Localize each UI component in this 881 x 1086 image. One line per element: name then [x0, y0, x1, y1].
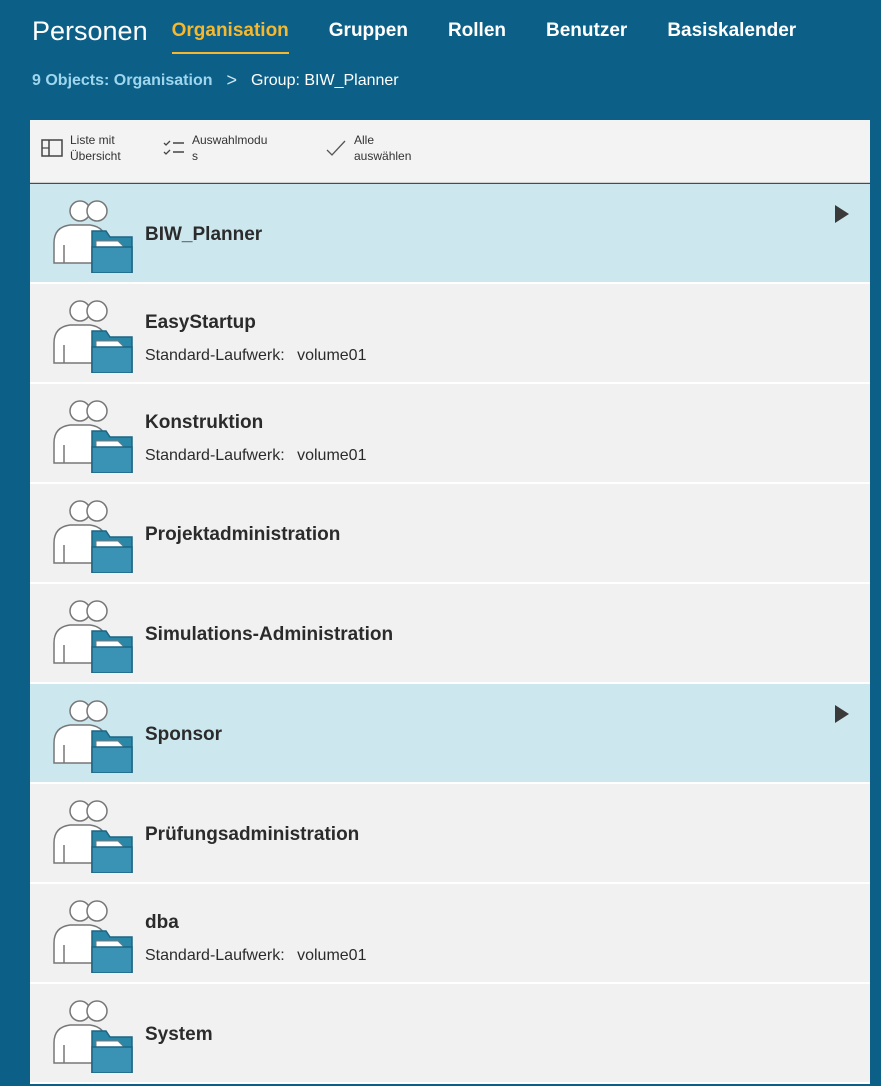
detail-value: volume01 — [297, 347, 367, 364]
item-name: Simulations-Administration — [145, 624, 394, 645]
breadcrumb: 9 Objects: Organisation > Group: BIW_Pla… — [32, 70, 399, 91]
tab-gruppen[interactable]: Gruppen — [329, 14, 408, 48]
list-item-sponsor[interactable]: Sponsor — [30, 684, 870, 784]
user-group-icon — [48, 697, 134, 774]
list-overview-button[interactable]: Liste mit Übersicht — [40, 132, 121, 164]
selection-mode-button[interactable]: Auswahlmodu s — [162, 132, 267, 164]
expand-arrow-icon[interactable] — [834, 704, 850, 724]
list-overview-label-1: Liste mit — [70, 133, 115, 147]
item-name: Sponsor — [145, 724, 223, 745]
item-name: Konstruktion — [145, 412, 264, 433]
user-group-icon — [48, 297, 134, 374]
list-item-dba[interactable]: dba Standard-Laufwerk: volume01 — [30, 884, 870, 984]
expand-arrow-icon[interactable] — [834, 204, 850, 224]
checkmark-icon — [324, 136, 348, 160]
selection-mode-label-2: s — [192, 149, 198, 163]
user-group-icon — [48, 397, 134, 474]
group-list: BIW_Planner EasyStartup Standard-Laufwer… — [30, 184, 870, 1084]
list-item-pruefungsadministration[interactable]: Prüfungsadministration — [30, 784, 870, 884]
detail-label: Standard-Laufwerk: — [145, 447, 285, 464]
user-group-icon — [48, 897, 134, 974]
user-group-icon — [48, 597, 134, 674]
select-all-label-2: auswählen — [354, 149, 412, 163]
left-edge-strip — [0, 0, 20, 1086]
tab-organisation[interactable]: Organisation — [171, 14, 289, 54]
item-name: System — [145, 1024, 213, 1045]
user-group-icon — [48, 197, 134, 274]
list-item-projektadministration[interactable]: Projektadministration — [30, 484, 870, 584]
list-overview-icon — [40, 136, 64, 160]
checklist-icon — [162, 136, 186, 160]
list-item-konstruktion[interactable]: Konstruktion Standard-Laufwerk: volume01 — [30, 384, 870, 484]
user-group-icon — [48, 797, 134, 874]
item-name: dba — [145, 912, 179, 933]
tab-bar: Personen Organisation Gruppen Rollen Ben… — [32, 14, 836, 54]
list-item-biw-planner[interactable]: BIW_Planner — [30, 184, 870, 284]
page-title: Personen — [32, 16, 148, 46]
item-detail: Standard-Laufwerk: volume01 — [145, 947, 366, 965]
user-group-icon — [48, 497, 134, 574]
item-name: Prüfungsadministration — [145, 824, 360, 845]
tab-benutzer[interactable]: Benutzer — [546, 14, 627, 48]
detail-value: volume01 — [297, 947, 367, 964]
breadcrumb-link[interactable]: 9 Objects: Organisation — [32, 72, 212, 90]
detail-label: Standard-Laufwerk: — [145, 947, 285, 964]
select-all-label-1: Alle — [354, 133, 375, 147]
list-item-system[interactable]: System — [30, 984, 870, 1084]
tab-rollen[interactable]: Rollen — [448, 14, 506, 48]
breadcrumb-current: Group: BIW_Planner — [251, 71, 399, 89]
item-name: EasyStartup — [145, 312, 256, 333]
header: Personen Organisation Gruppen Rollen Ben… — [20, 0, 881, 112]
list-item-easystartup[interactable]: EasyStartup Standard-Laufwerk: volume01 — [30, 284, 870, 384]
tab-basiskalender[interactable]: Basiskalender — [667, 14, 796, 48]
select-all-button[interactable]: Alle auswählen — [324, 132, 411, 164]
list-item-simulations-administration[interactable]: Simulations-Administration — [30, 584, 870, 684]
list-overview-label-2: Übersicht — [70, 149, 121, 163]
item-detail: Standard-Laufwerk: volume01 — [145, 447, 366, 465]
item-name: Projektadministration — [145, 524, 341, 545]
breadcrumb-separator: > — [226, 70, 237, 90]
user-group-icon — [48, 997, 134, 1074]
detail-label: Standard-Laufwerk: — [145, 347, 285, 364]
detail-value: volume01 — [297, 447, 367, 464]
toolbar: Liste mit Übersicht Auswahlmodu s Alle a… — [30, 120, 870, 183]
selection-mode-label-1: Auswahlmodu — [192, 133, 268, 147]
item-name: BIW_Planner — [145, 224, 263, 245]
item-detail: Standard-Laufwerk: volume01 — [145, 347, 366, 365]
